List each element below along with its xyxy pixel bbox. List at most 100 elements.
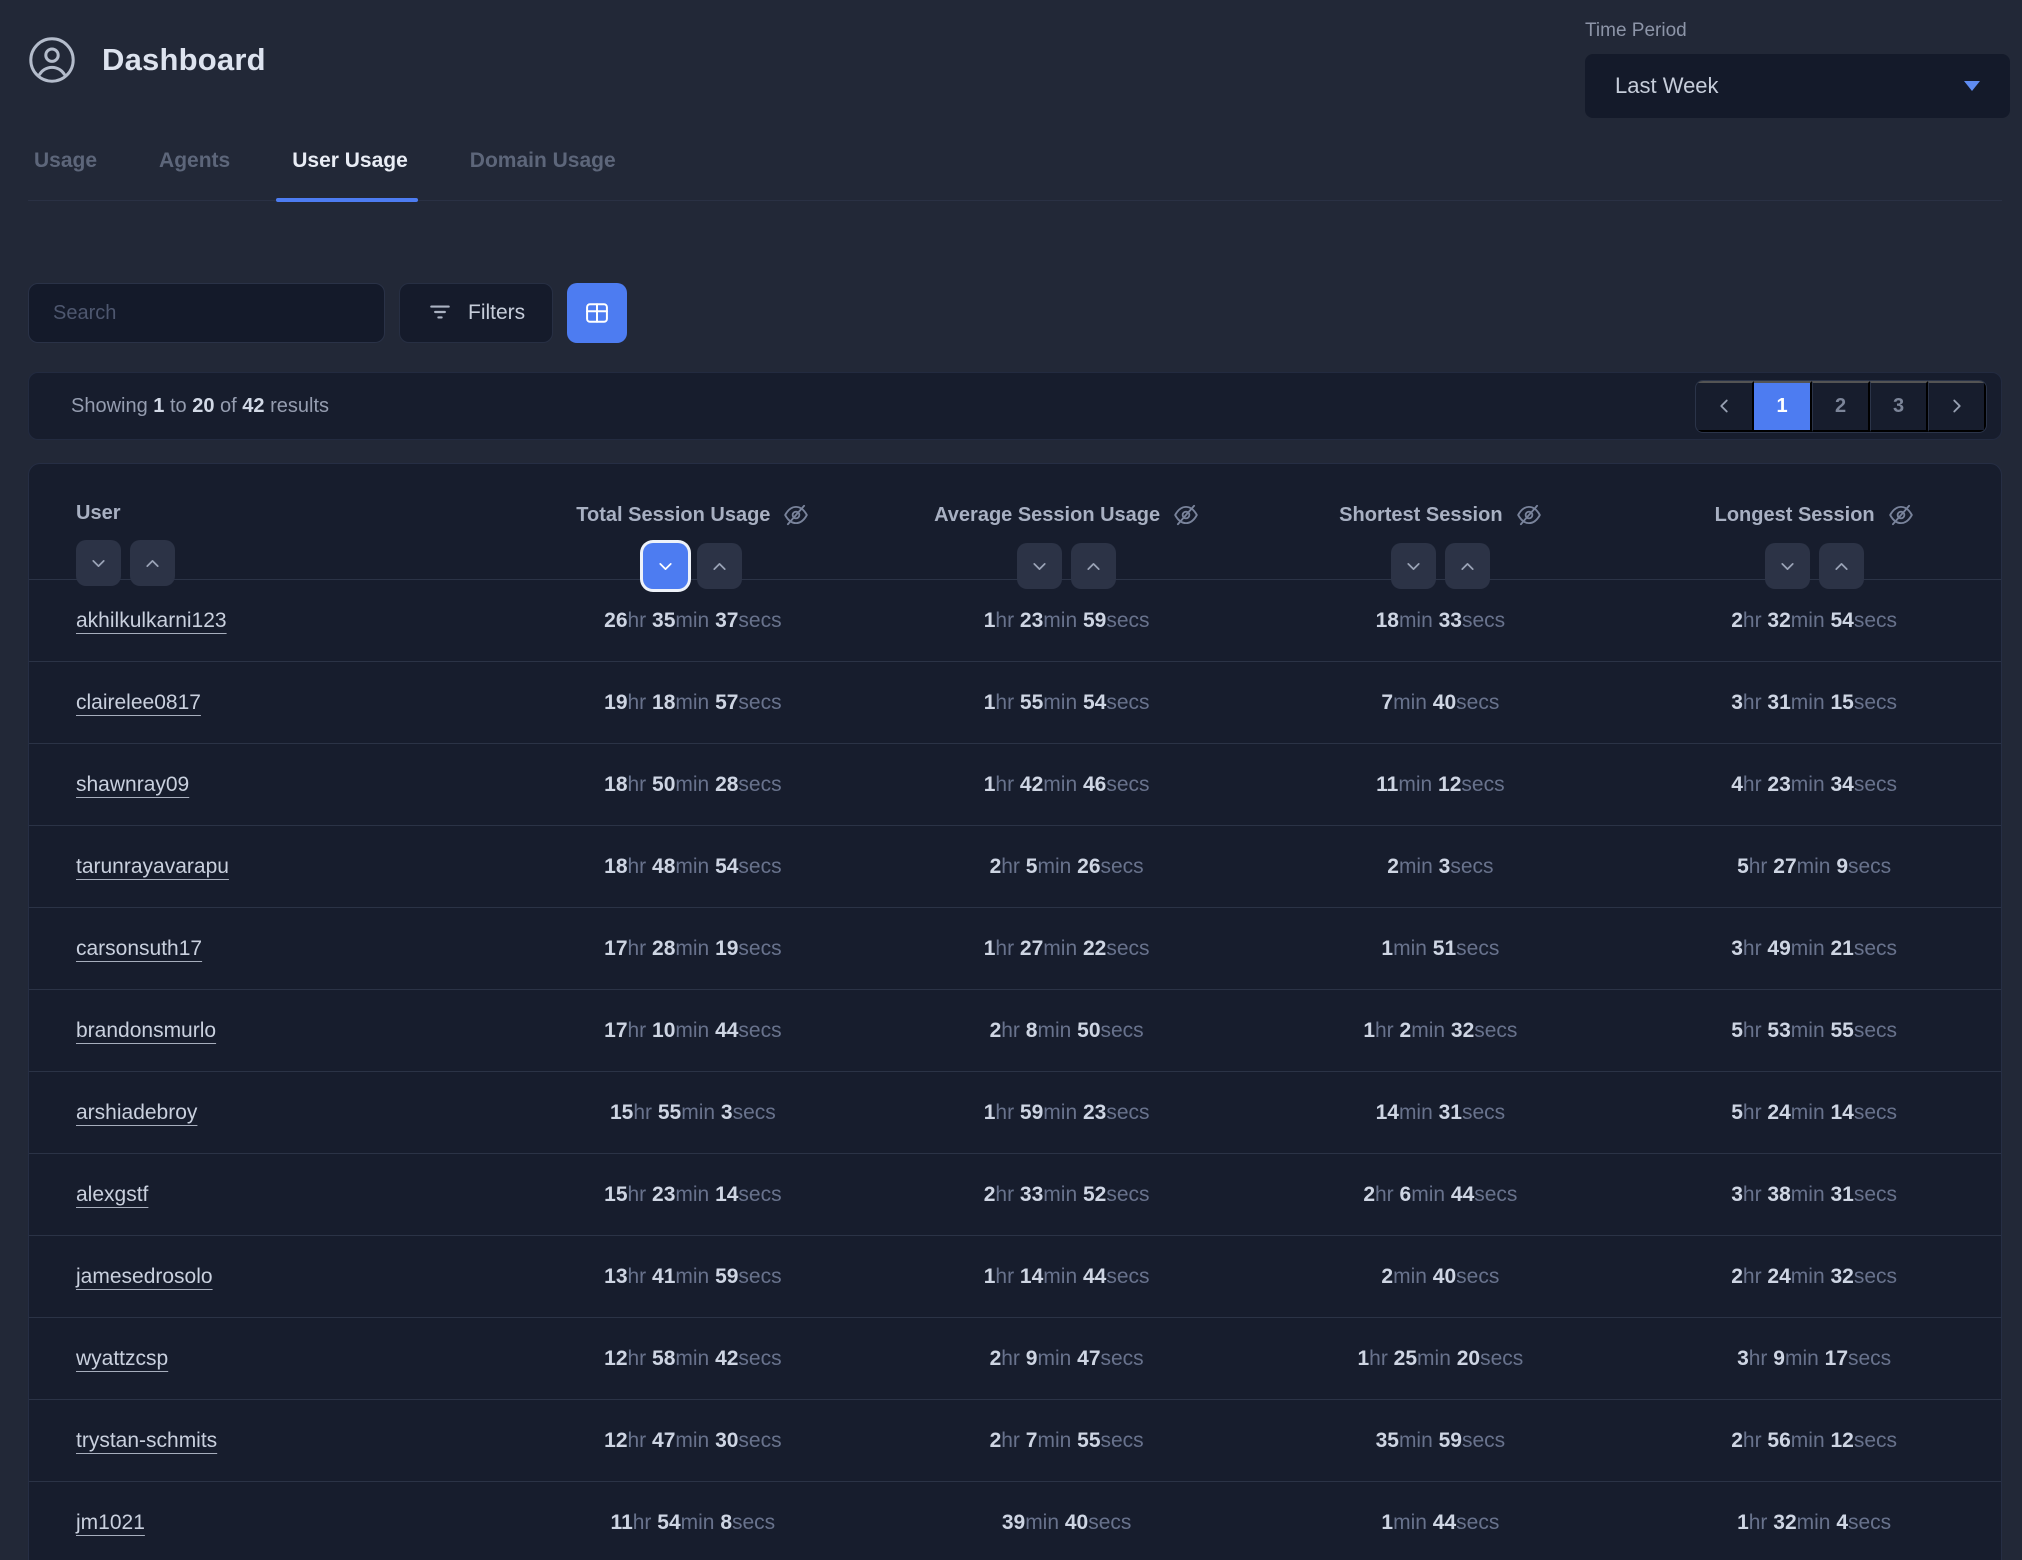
pagination-page-1[interactable]: 1 (1754, 381, 1812, 432)
user-cell: brandonsmurlo (29, 1019, 506, 1043)
shortest-session-cell: 2min 3secs (1254, 855, 1628, 879)
eye-off-icon[interactable] (783, 502, 809, 528)
tab-agents[interactable]: Agents (153, 147, 236, 200)
filters-button[interactable]: Filters (399, 283, 553, 343)
table-row: wyattzcsp12hr 58min 42secs2hr 9min 47sec… (29, 1317, 2001, 1399)
eye-off-icon[interactable] (1888, 502, 1914, 528)
table-row: jamesedrosolo13hr 41min 59secs1hr 14min … (29, 1235, 2001, 1317)
user-link-alexgstf[interactable]: alexgstf (76, 1183, 148, 1206)
chevron-left-icon (1713, 395, 1735, 417)
table-view-toggle-button[interactable] (567, 283, 627, 343)
pagination-page-2[interactable]: 2 (1812, 381, 1870, 432)
eye-off-icon[interactable] (1173, 502, 1199, 528)
table-row: carsonsuth1717hr 28min 19secs1hr 27min 2… (29, 907, 2001, 989)
sort-asc-button-total-session-usage[interactable] (697, 543, 742, 589)
user-link-akhilkulkarni123[interactable]: akhilkulkarni123 (76, 609, 227, 632)
total-session-usage-cell: 18hr 50min 28secs (506, 773, 880, 797)
chevron-up-icon (1083, 556, 1104, 577)
tab-usage[interactable]: Usage (28, 147, 103, 200)
shortest-session-cell: 18min 33secs (1254, 609, 1628, 633)
sort-asc-button-shortest-session[interactable] (1445, 543, 1490, 589)
longest-session-cell: 2hr 24min 32secs (1627, 1265, 2001, 1289)
longest-session-cell: 2hr 32min 54secs (1627, 609, 2001, 633)
user-link-brandonsmurlo[interactable]: brandonsmurlo (76, 1019, 216, 1042)
chevron-right-icon (1946, 395, 1968, 417)
pagination-prev-button[interactable] (1696, 381, 1754, 432)
longest-session-cell: 3hr 31min 15secs (1627, 691, 2001, 715)
chevron-down-icon (655, 556, 676, 577)
user-cell: wyattzcsp (29, 1347, 506, 1371)
longest-session-cell: 4hr 23min 34secs (1627, 773, 2001, 797)
longest-session-cell: 5hr 24min 14secs (1627, 1101, 2001, 1125)
toolbar: Filters (28, 283, 627, 343)
chevron-up-icon (1457, 556, 1478, 577)
pagination: 123 (1695, 380, 1987, 433)
shortest-session-cell: 11min 12secs (1254, 773, 1628, 797)
user-link-wyattzcsp[interactable]: wyattzcsp (76, 1347, 168, 1370)
sort-asc-button-longest-session[interactable] (1819, 543, 1864, 589)
average-session-usage-cell: 39min 40secs (880, 1511, 1254, 1535)
column-header-longest-session: Longest Session (1627, 464, 2001, 589)
user-link-trystan-schmits[interactable]: trystan-schmits (76, 1429, 217, 1452)
average-session-usage-cell: 1hr 27min 22secs (880, 937, 1254, 961)
pagination-page-3[interactable]: 3 (1870, 381, 1928, 432)
chevron-up-icon (1831, 556, 1852, 577)
chevron-down-icon (88, 553, 109, 574)
app-header: Dashboard (28, 36, 266, 84)
total-session-usage-cell: 15hr 23min 14secs (506, 1183, 880, 1207)
user-link-carsonsuth17[interactable]: carsonsuth17 (76, 937, 202, 960)
eye-off-icon[interactable] (1516, 502, 1542, 528)
tab-domain-usage[interactable]: Domain Usage (464, 147, 622, 200)
average-session-usage-cell: 1hr 59min 23secs (880, 1101, 1254, 1125)
tab-bar: Usage Agents User Usage Domain Usage (28, 147, 2002, 201)
sort-desc-button-average-session-usage[interactable] (1017, 543, 1062, 589)
longest-session-cell: 1hr 32min 4secs (1627, 1511, 2001, 1535)
shortest-session-cell: 2min 40secs (1254, 1265, 1628, 1289)
sort-desc-button-total-session-usage[interactable] (643, 543, 688, 589)
shortest-session-cell: 35min 59secs (1254, 1429, 1628, 1453)
table-row: shawnray0918hr 50min 28secs1hr 42min 46s… (29, 743, 2001, 825)
results-bar: Showing 1 to 20 of 42 results 123 (28, 372, 2002, 440)
table-row: brandonsmurlo17hr 10min 44secs2hr 8min 5… (29, 989, 2001, 1071)
tab-user-usage[interactable]: User Usage (286, 147, 414, 200)
average-session-usage-cell: 1hr 55min 54secs (880, 691, 1254, 715)
sort-asc-button-user[interactable] (130, 540, 175, 586)
sort-desc-button-longest-session[interactable] (1765, 543, 1810, 589)
total-session-usage-cell: 19hr 18min 57secs (506, 691, 880, 715)
column-header-shortest-session: Shortest Session (1254, 464, 1628, 589)
shortest-session-cell: 1min 44secs (1254, 1511, 1628, 1535)
column-label: Total Session Usage (576, 504, 770, 527)
results-summary: Showing 1 to 20 of 42 results (71, 395, 329, 418)
user-cell: arshiadebroy (29, 1101, 506, 1125)
time-period-control: Time Period Last Week (1585, 20, 2010, 118)
pagination-next-button[interactable] (1928, 381, 1986, 432)
chevron-down-icon (1403, 556, 1424, 577)
sort-desc-button-shortest-session[interactable] (1391, 543, 1436, 589)
user-link-clairelee0817[interactable]: clairelee0817 (76, 691, 201, 714)
user-circle-icon (28, 36, 76, 84)
total-session-usage-cell: 17hr 10min 44secs (506, 1019, 880, 1043)
user-cell: akhilkulkarni123 (29, 609, 506, 633)
chevron-up-icon (142, 553, 163, 574)
user-link-jm1021[interactable]: jm1021 (76, 1511, 145, 1534)
user-link-tarunrayavarapu[interactable]: tarunrayavarapu (76, 855, 229, 878)
sort-asc-button-average-session-usage[interactable] (1071, 543, 1116, 589)
chevron-up-icon (709, 556, 730, 577)
user-link-shawnray09[interactable]: shawnray09 (76, 773, 189, 796)
user-link-jamesedrosolo[interactable]: jamesedrosolo (76, 1265, 213, 1288)
user-cell: shawnray09 (29, 773, 506, 797)
longest-session-cell: 3hr 38min 31secs (1627, 1183, 2001, 1207)
longest-session-cell: 5hr 53min 55secs (1627, 1019, 2001, 1043)
search-input[interactable] (28, 283, 385, 343)
user-link-arshiadebroy[interactable]: arshiadebroy (76, 1101, 197, 1124)
time-period-value: Last Week (1615, 73, 1719, 99)
total-session-usage-cell: 11hr 54min 8secs (506, 1511, 880, 1535)
table-row: clairelee0817 19hr 18min 57secs1hr 55min … (29, 661, 2001, 743)
sort-desc-button-user[interactable] (76, 540, 121, 586)
chevron-down-icon (1964, 81, 1980, 91)
user-cell: carsonsuth17 (29, 937, 506, 961)
shortest-session-cell: 1hr 25min 20secs (1254, 1347, 1628, 1371)
column-label: User (76, 502, 120, 525)
total-session-usage-cell: 12hr 58min 42secs (506, 1347, 880, 1371)
time-period-select[interactable]: Last Week (1585, 54, 2010, 118)
